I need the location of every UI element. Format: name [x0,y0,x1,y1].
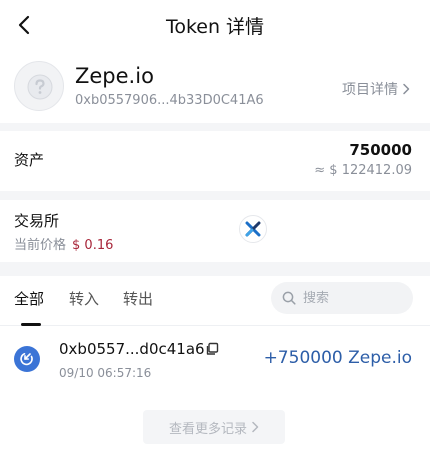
copy-icon[interactable] [205,342,219,356]
current-price: 当前价格 $ 0.16 [14,234,113,253]
tab-transfer-in[interactable]: 转入 [69,288,99,309]
token-address: 0xb0557906...4b33D0C41A6 [75,93,264,108]
token-card: Zepe.io 0xb0557906...4b33D0C41A6 项目详情 [0,55,430,123]
project-detail-link[interactable]: 项目详情 [342,79,410,99]
transfer-in-icon [14,346,40,372]
exchange-x-icon[interactable] [239,215,267,243]
transaction-row[interactable]: 0xb0557...d0c41a6 09/10 06:57:16 +750000… [0,330,430,390]
transaction-time: 09/10 06:57:16 [59,366,152,380]
asset-amount: 750000 [349,141,412,159]
unknown-token-icon [14,61,64,111]
token-name: Zepe.io [75,64,154,88]
page-title: Token 详情 [165,16,265,38]
view-more-records-label: 查看更多记录 [168,421,247,437]
header: Token 详情 [0,0,430,50]
asset-row: 资产 750000 ≈ $ 122412.09 [0,131,430,191]
chevron-right-icon [252,421,259,433]
price-value: $ 0.16 [72,238,114,253]
exchange-row[interactable]: 交易所 当前价格 $ 0.16 [0,200,430,262]
search-box[interactable] [271,282,413,314]
section-divider [0,262,430,276]
exchange-label: 交易所 [14,212,60,230]
asset-fiat-value: ≈ $ 122412.09 [314,163,412,178]
active-tab-indicator [21,323,41,326]
section-divider [0,191,430,200]
asset-label: 资产 [14,151,45,169]
chevron-right-icon [403,83,410,95]
tab-transfer-out[interactable]: 转出 [123,288,153,309]
transaction-amount: +750000 Zepe.io [263,348,412,368]
price-label: 当前价格 [14,238,67,253]
transaction-tabs: 全部 转入 转出 [0,276,430,326]
transaction-address: 0xb0557...d0c41a6 [59,340,205,358]
project-detail-label: 项目详情 [342,82,398,98]
search-icon [282,291,296,305]
view-more-records-button[interactable]: 查看更多记录 [143,410,285,444]
search-input[interactable] [303,282,407,314]
tab-all[interactable]: 全部 [14,288,44,309]
section-divider [0,123,430,131]
